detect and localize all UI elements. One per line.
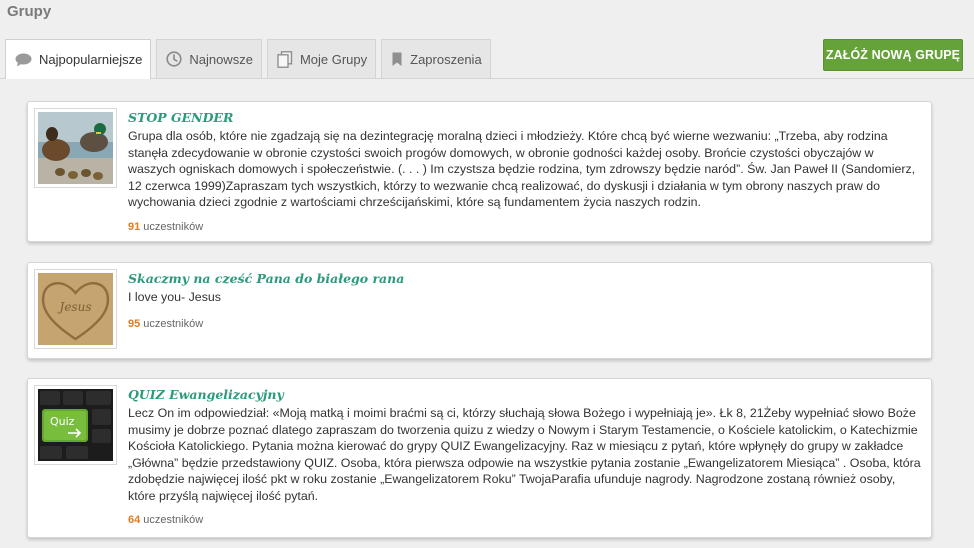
member-count-number: 95 [128,318,141,330]
page-title: Grupy [7,3,52,20]
group-title[interactable]: Skaczmy na cześć Pana do białego rana [128,271,923,287]
member-count: 64 uczestników [128,514,203,526]
documents-icon [277,50,293,68]
tab-moje-grupy[interactable]: Moje Grupy [266,39,377,78]
tab-label: Najpopularniejsze [39,52,143,67]
groups-page: Grupy Najpopularniejsze Najnowsze Moje G… [0,0,974,548]
group-content: QUIZ Ewangelizacyjny Lecz On im odpowied… [128,387,923,504]
member-count-number: 91 [128,221,141,233]
clock-icon [166,51,182,67]
group-content: STOP GENDER Grupa dla osób, które nie zg… [128,110,923,211]
group-card: STOP GENDER Grupa dla osób, które nie zg… [27,101,932,242]
create-group-button[interactable]: ZAŁÓŻ NOWĄ GRUPĘ [823,39,963,71]
group-description: I love you- Jesus [128,290,221,304]
tab-label: Najnowsze [189,51,253,67]
speech-bubble-icon [15,53,32,67]
tab-najpopularniejsze[interactable]: Najpopularniejsze [5,39,152,79]
quiz-key-text: Quiz [50,415,75,428]
tab-label: Zaproszenia [410,51,482,67]
group-card: Jesus Skaczmy na cześć Pana do białego r… [27,262,932,359]
tab-bar: Najpopularniejsze Najnowsze Moje Grupy Z… [5,39,496,79]
member-count-number: 64 [128,514,141,526]
group-card: Quiz QUIZ Ewangelizacyjny Lecz On im odp… [27,378,932,538]
tab-zaproszenia[interactable]: Zaproszenia [381,39,491,78]
member-count: 95 uczestników [128,318,203,330]
member-count-label: uczestników [143,221,204,233]
member-count-label: uczestników [143,514,204,526]
quiz-keyboard-photo: Quiz [38,389,113,461]
group-title[interactable]: STOP GENDER [128,110,923,126]
tab-najnowsze[interactable]: Najnowsze [156,39,262,78]
group-description: Lecz On im odpowiedział: «Moją matką i m… [128,406,921,503]
tab-label: Moje Grupy [299,51,368,67]
group-image-jesus-heart[interactable]: Jesus [34,269,117,349]
svg-text:Jesus: Jesus [57,300,92,314]
jesus-heart-sand-photo: Jesus [38,273,113,345]
member-count: 91 uczestników [128,221,203,233]
member-count-label: uczestników [143,318,204,330]
group-image-ducks[interactable] [34,108,117,188]
group-title[interactable]: QUIZ Ewangelizacyjny [128,387,923,403]
ducks-photo [38,112,113,184]
bookmark-icon [391,52,403,67]
group-content: Skaczmy na cześć Pana do białego rana I … [128,271,923,306]
group-image-quiz[interactable]: Quiz [34,385,117,465]
group-description: Grupa dla osób, które nie zgadzają się n… [128,129,916,209]
